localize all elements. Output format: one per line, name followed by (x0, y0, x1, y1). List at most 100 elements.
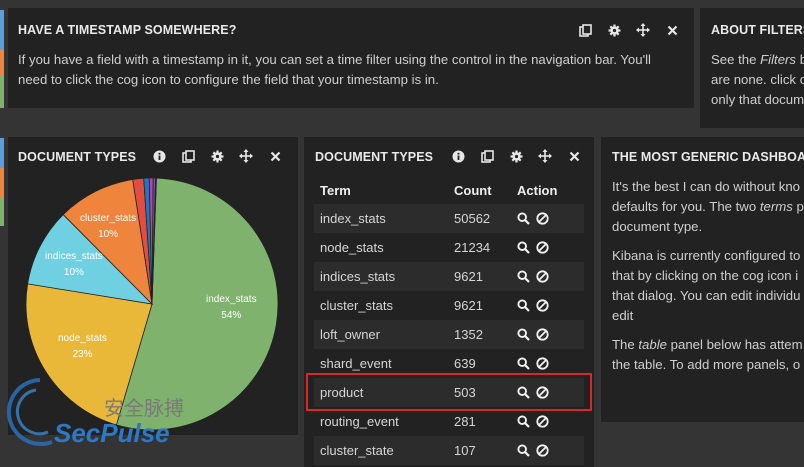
pie-label-indices-stats: indices_stats 10% (45, 251, 103, 284)
timestamp-text-line-1: If you have a field with a timestamp in … (18, 52, 651, 67)
duplicate-icon[interactable] (478, 147, 496, 165)
term-cell[interactable]: node_stats (314, 233, 454, 262)
filters-text-line-3: only that docum (711, 92, 804, 107)
pie-label-node-stats: node_stats 23% (58, 333, 107, 366)
pie-label-cluster-stats: cluster_stats 10% (80, 213, 136, 246)
action-cell (517, 262, 584, 291)
pie-label-name: index_stats (206, 294, 257, 305)
search-icon[interactable] (517, 415, 530, 428)
cog-icon[interactable] (605, 21, 623, 39)
count-value: 9621 (454, 269, 483, 284)
terms-table: Term Count Action index_stats 50562 node_s… (314, 176, 584, 465)
pie-label-pct: 10% (98, 229, 119, 240)
column-header-action: Action (517, 176, 584, 204)
watermark-cn-text: 安全脉搏 (104, 396, 184, 420)
search-icon[interactable] (517, 357, 530, 370)
action-cell (517, 320, 584, 349)
pie-label-pct: 54% (221, 310, 242, 321)
term-value: index_stats (320, 211, 386, 226)
table-row: index_stats 50562 (314, 204, 584, 233)
term-cell[interactable]: indices_stats (314, 262, 454, 291)
move-icon[interactable] (634, 21, 652, 39)
count-cell: 281 (454, 407, 517, 436)
close-icon[interactable] (663, 21, 681, 39)
term-cell[interactable]: index_stats (314, 204, 454, 233)
term-cell[interactable]: cluster_state (314, 436, 454, 465)
term-cell[interactable]: loft_owner (314, 320, 454, 349)
ban-icon[interactable] (536, 328, 549, 341)
table-row: node_stats 21234 (314, 233, 584, 262)
filters-panel: ABOUT FILTERS See the Filters b are none… (700, 8, 804, 128)
close-icon[interactable] (565, 147, 583, 165)
search-icon[interactable] (517, 444, 530, 457)
search-icon[interactable] (517, 299, 530, 312)
text-run: The (612, 337, 639, 352)
filters-text-a: See the (711, 52, 761, 67)
generic-p1-line-2: defaults for you. The two terms p (612, 197, 804, 217)
filters-text-b: b (799, 52, 804, 67)
pie-label-name: indices_stats (45, 251, 103, 262)
pie-label-name: cluster_stats (80, 213, 137, 224)
count-value: 107 (454, 443, 476, 458)
header-label: Term (320, 182, 351, 198)
count-value: 639 (454, 356, 476, 371)
table-header-row: Term Count Action (314, 176, 584, 204)
text-run-emphasis: table (638, 337, 667, 352)
panel-toolbar (576, 21, 681, 39)
cog-icon[interactable] (507, 147, 525, 165)
search-icon[interactable] (517, 270, 530, 283)
count-value: 1352 (454, 327, 483, 342)
count-cell: 107 (454, 436, 517, 465)
ban-icon[interactable] (536, 270, 549, 283)
action-cell (517, 204, 584, 233)
count-cell: 50562 (454, 204, 517, 233)
search-icon[interactable] (517, 212, 530, 225)
text-run: p (792, 199, 804, 214)
count-cell: 9621 (454, 262, 517, 291)
timestamp-text-line-2: need to click the cog icon to configure … (18, 72, 439, 87)
panel-title: THE MOST GENERIC DASHBOA (612, 150, 804, 164)
term-value: indices_stats (320, 269, 396, 284)
ban-icon[interactable] (536, 212, 549, 225)
row-stripe-blue (0, 10, 4, 50)
row-stripe-blue-2 (0, 138, 4, 168)
term-cell[interactable]: cluster_stats (314, 291, 454, 320)
term-value: cluster_stats (320, 298, 393, 313)
column-header-count[interactable]: Count (454, 176, 517, 204)
count-value: 50562 (454, 211, 491, 226)
row-stripe-orange (0, 50, 4, 75)
count-cell: 21234 (454, 233, 517, 262)
ban-icon[interactable] (536, 444, 549, 457)
filters-text-line-1: See the Filters b (711, 50, 804, 70)
generic-p2-line-1: Kibana is currently configured to (612, 248, 801, 263)
generic-p2-line-3: that dialog. You can edit individu (612, 288, 801, 303)
generic-p3-line-1: The table panel below has attem (612, 335, 803, 355)
search-icon[interactable] (517, 241, 530, 254)
pie-label-index-stats: index_stats 54% (206, 294, 257, 327)
panel-toolbar (449, 147, 583, 165)
info-icon[interactable] (449, 147, 467, 165)
pie-label-pct: 23% (72, 349, 93, 360)
term-value: shard_event (320, 356, 392, 371)
term-value: routing_event (320, 414, 399, 429)
product-row-highlight (306, 373, 592, 411)
search-icon[interactable] (517, 328, 530, 341)
header-label: Count (454, 182, 492, 198)
header-label: Action (517, 182, 558, 198)
timestamp-panel: HAVE A TIMESTAMP SOMEWHERE? If you have … (8, 8, 694, 108)
column-header-term[interactable]: Term (314, 176, 454, 204)
secpulse-watermark: 安全脉搏 SecPulse (0, 372, 200, 458)
duplicate-icon[interactable] (576, 21, 594, 39)
ban-icon[interactable] (536, 357, 549, 370)
generic-p3-line-2: the table. To add more panels, o (612, 357, 801, 372)
ban-icon[interactable] (536, 299, 549, 312)
ban-icon[interactable] (536, 415, 549, 428)
move-icon[interactable] (536, 147, 554, 165)
generic-p2-line-2: that by clicking on the cog icon i (612, 268, 799, 283)
term-cell[interactable]: routing_event (314, 407, 454, 436)
term-value: node_stats (320, 240, 384, 255)
ban-icon[interactable] (536, 241, 549, 254)
text-run: defaults for you. The two (612, 199, 760, 214)
generic-p2-line-4: edit (612, 308, 634, 323)
action-cell (517, 233, 584, 262)
